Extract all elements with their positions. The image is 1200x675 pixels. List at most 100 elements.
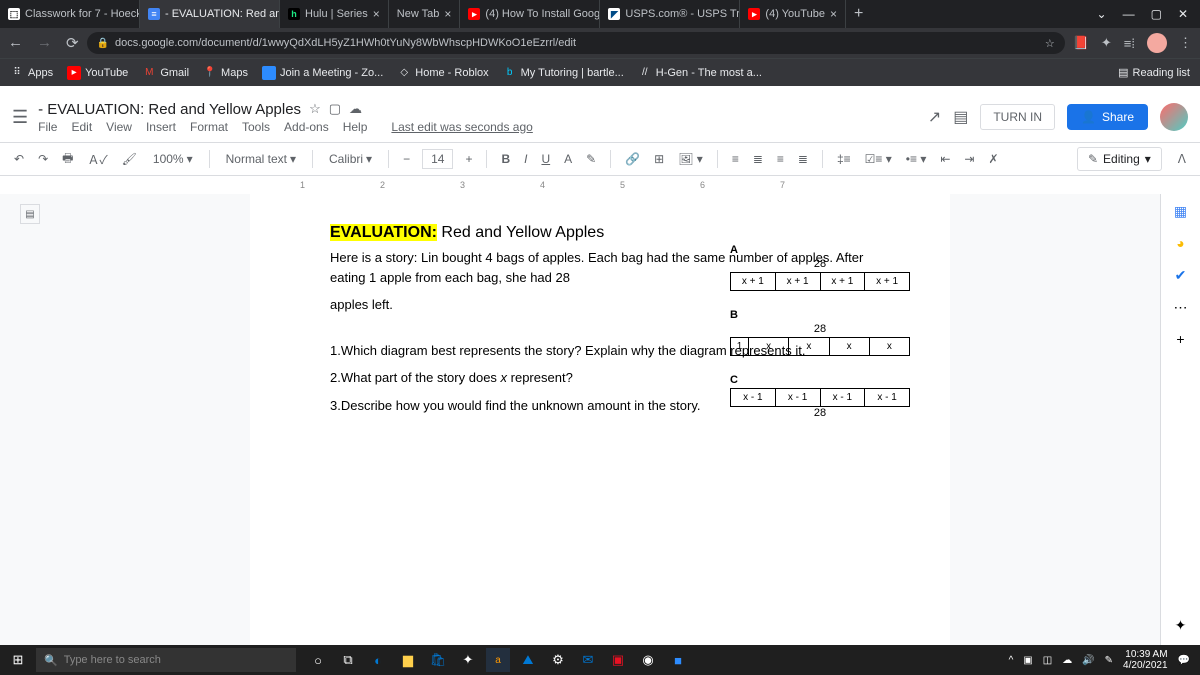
reading-list-button[interactable]: ▤Reading list [1118,66,1190,79]
bold-icon[interactable]: B [497,149,514,169]
view-menu[interactable]: View [106,120,132,134]
align-right-icon[interactable]: ≡ [773,149,788,169]
address-bar[interactable]: 🔒 docs.google.com/document/d/1wwyQdXdLH5… [87,32,1065,54]
cortana-icon[interactable]: ○ [306,648,330,672]
redo-icon[interactable]: ↷ [34,149,52,169]
align-center-icon[interactable]: ≣ [749,149,767,169]
ms-store-icon[interactable]: 🛍 [426,648,450,672]
keep-icon[interactable]: ◕ [1172,234,1190,252]
close-tab-icon[interactable]: × [444,7,451,21]
browser-tab[interactable]: New Tab× [389,0,461,28]
zoom-bookmark[interactable]: Join a Meeting - Zo... [262,66,383,80]
italic-icon[interactable]: I [520,149,531,169]
line-spacing-icon[interactable]: ‡≡ [833,149,855,169]
media-icon[interactable]: ▣ [606,648,630,672]
increase-indent-icon[interactable]: ⇥ [960,149,978,169]
insert-link-icon[interactable]: 🔗 [621,149,644,169]
move-icon[interactable]: ▢ [329,101,341,117]
close-tab-icon[interactable]: × [373,7,380,21]
browser-tab[interactable]: hHulu | Series× [280,0,389,28]
chevron-down-icon[interactable]: ⌄ [1097,7,1107,21]
editing-mode-select[interactable]: ✎Editing ▾ [1077,147,1162,171]
outline-toggle-icon[interactable]: ▤ [20,204,40,224]
chrome-menu-icon[interactable]: ⋮ [1179,35,1192,51]
tray-display-icon[interactable]: ▣ [1023,655,1032,666]
mail-icon[interactable]: ✉ [576,648,600,672]
app-icon[interactable]: ✦ [456,648,480,672]
add-sidepanel-icon[interactable]: + [1172,330,1190,348]
comment-history-icon[interactable]: ▤ [953,107,968,127]
contacts-icon[interactable]: ⋯ [1172,298,1190,316]
tray-volume-icon[interactable]: 🔊 [1082,655,1094,666]
zoom-taskbar-icon[interactable]: ■ [666,648,690,672]
help-menu[interactable]: Help [343,120,368,134]
spellcheck-icon[interactable]: Ａ✓ [83,148,111,171]
print-icon[interactable]: 🖶 [58,146,77,173]
task-view-icon[interactable]: ⧉ [336,648,360,672]
amazon-icon[interactable]: a [486,648,510,672]
collapse-toolbar-icon[interactable]: ᐱ [1174,149,1190,169]
star-bookmark-icon[interactable]: ☆ [1045,37,1055,50]
maximize-icon[interactable]: ▢ [1151,7,1162,21]
format-menu[interactable]: Format [190,120,228,134]
tray-onedrive-icon[interactable]: ☁ [1062,655,1072,666]
decrease-font-icon[interactable]: − [399,149,414,169]
decrease-indent-icon[interactable]: ⇤ [936,149,954,169]
text-color-icon[interactable]: A [560,149,576,169]
increase-font-icon[interactable]: + [461,149,476,169]
zoom-select[interactable]: 100% ▾ [147,150,199,168]
start-button[interactable]: ⊞ [0,652,36,668]
calendar-icon[interactable]: ▦ [1172,202,1190,220]
insert-menu[interactable]: Insert [146,120,176,134]
extension-icon[interactable]: 📕 [1073,35,1089,51]
tools-menu[interactable]: Tools [242,120,270,134]
font-select[interactable]: Calibri ▾ [323,150,378,168]
browser-tab[interactable]: ≡- EVALUATION: Red and× [140,0,280,28]
addons-menu[interactable]: Add-ons [284,120,329,134]
file-explorer-icon[interactable]: ▆ [396,648,420,672]
paint-format-icon[interactable]: 🖌 [118,149,141,169]
maps-bookmark[interactable]: 📍Maps [203,66,248,80]
playlist-icon[interactable]: ≡⁞ [1124,36,1135,51]
roblox-bookmark[interactable]: ◇Home - Roblox [397,66,488,80]
tray-camera-icon[interactable]: ◫ [1043,655,1052,666]
settings-icon[interactable]: ⚙ [546,648,570,672]
hgen-bookmark[interactable]: //H-Gen - The most a... [638,66,762,80]
font-size-input[interactable]: 14 [422,149,453,169]
tray-pen-icon[interactable]: ✎ [1105,655,1113,666]
checklist-icon[interactable]: ☑≡ ▾ [861,149,896,169]
tray-chevron-icon[interactable]: ^ [1009,655,1014,666]
star-icon[interactable]: ☆ [309,101,321,117]
profile-avatar[interactable] [1147,33,1167,53]
underline-icon[interactable]: U [537,149,554,169]
taskbar-search[interactable]: 🔍Type here to search [36,648,296,672]
edge-icon[interactable]: ◐ [366,648,390,672]
align-left-icon[interactable]: ≡ [728,149,743,169]
explore-icon[interactable]: ✦ [1172,616,1190,634]
add-comment-icon[interactable]: ⊞ [650,149,668,169]
last-edit-link[interactable]: Last edit was seconds ago [391,120,532,134]
reload-icon[interactable]: ⟳ [66,34,79,52]
browser-tab[interactable]: ▸(4) YouTube× [740,0,846,28]
turn-in-button[interactable]: TURN IN [980,104,1055,130]
minimize-icon[interactable]: — [1123,7,1135,21]
bartleby-bookmark[interactable]: bMy Tutoring | bartle... [503,66,624,80]
bullet-list-icon[interactable]: •≡ ▾ [902,149,931,169]
paragraph-style-select[interactable]: Normal text ▾ [220,150,302,168]
close-window-icon[interactable]: ✕ [1178,7,1188,21]
edit-menu[interactable]: Edit [71,120,92,134]
insert-image-icon[interactable]: 🖼 ▾ [674,149,707,169]
close-tab-icon[interactable]: × [830,7,837,21]
activity-icon[interactable]: ↗ [928,107,941,127]
highlight-icon[interactable]: ✎ [582,149,600,169]
browser-tab[interactable]: ◤USPS.com® - USPS Tra× [600,0,740,28]
clear-formatting-icon[interactable]: ✗ [984,149,1002,169]
browser-tab[interactable]: ⬚Classwork for 7 - Hoeck× [0,0,140,28]
align-justify-icon[interactable]: ≣ [794,149,812,169]
share-button[interactable]: 👤Share [1067,104,1148,130]
extensions-puzzle-icon[interactable]: ✦ [1101,35,1112,51]
document-title[interactable]: - EVALUATION: Red and Yellow Apples [38,101,301,118]
tasks-icon[interactable]: ✔ [1172,266,1190,284]
file-menu[interactable]: File [38,120,57,134]
account-avatar[interactable] [1160,103,1188,131]
